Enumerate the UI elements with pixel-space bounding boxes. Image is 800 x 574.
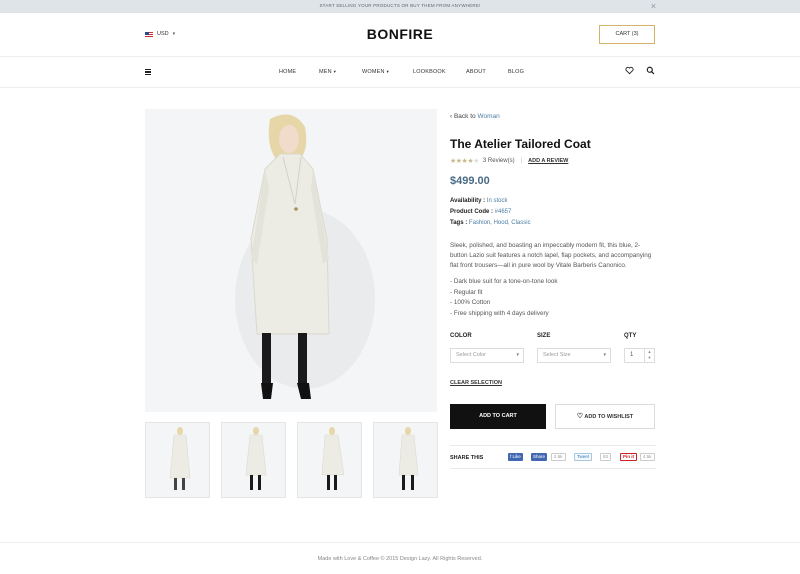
back-link[interactable]: ‹ Back to Woman xyxy=(450,113,500,120)
availability: Availability : In stock xyxy=(450,198,508,204)
product-code: Product Code : #4657 xyxy=(450,209,512,215)
color-select[interactable]: Select Color ▾ xyxy=(450,348,524,363)
divider: | xyxy=(520,158,523,164)
search-icon[interactable] xyxy=(646,66,655,75)
quantity-value: 1 xyxy=(630,352,634,358)
thumbnail-3[interactable] xyxy=(297,422,362,498)
list-item: Dark blue suit for a tone-on-tone look xyxy=(450,278,558,289)
announcement-text: START SELLING YOUR PRODUCTS OR BUY THEM … xyxy=(319,3,481,8)
heart-icon: ♡ xyxy=(576,413,584,420)
close-icon[interactable]: × xyxy=(651,1,656,12)
list-item: Regular fit xyxy=(450,289,557,300)
star-rating-icon: ★★★★★ xyxy=(450,158,479,165)
product-price: $499.00 xyxy=(450,175,490,187)
thumbnail-1[interactable] xyxy=(145,422,210,498)
cart-button[interactable]: CART (3) xyxy=(599,25,655,44)
site-footer: Made with Love & Coffee © 2015 Design La… xyxy=(0,542,800,574)
facebook-share-button[interactable]: Share xyxy=(531,453,548,461)
size-select[interactable]: Select Size ▾ xyxy=(537,348,611,363)
chevron-down-icon: ▾ xyxy=(603,352,606,358)
color-label: COLOR xyxy=(450,333,472,339)
model-coat-image xyxy=(235,114,375,399)
add-to-wishlist-button[interactable]: ♡ ADD TO WISHLIST xyxy=(555,404,655,429)
tweet-count: 83 xyxy=(600,453,612,461)
site-header: USD ▾ BONFIRE CART (3) xyxy=(0,13,800,57)
chevron-down-icon: ▾ xyxy=(516,352,519,358)
review-count[interactable]: 3 Review(s) xyxy=(483,158,515,164)
share-bar: SHARE THIS f Like Share 2.6k Tweet 83 Pi… xyxy=(450,445,656,469)
pinterest-count: 4.5k xyxy=(640,453,655,461)
heart-icon[interactable] xyxy=(625,66,634,75)
clear-selection-link[interactable]: CLEAR SELECTION xyxy=(450,380,502,386)
nav-item-blog[interactable]: BLOG xyxy=(508,69,524,75)
product-title: The Atelier Tailored Coat xyxy=(450,137,591,151)
nav-item-home[interactable]: HOME xyxy=(279,69,296,75)
nav-item-about[interactable]: ABOUT xyxy=(466,69,486,75)
stepper-arrows-icon[interactable]: ▲ ▼ xyxy=(644,349,654,362)
footer-copyright: Made with Love & Coffee © 2015 Design La… xyxy=(317,556,483,562)
list-item: 100% Cotton xyxy=(450,299,557,310)
pinterest-button[interactable]: Pin it xyxy=(620,453,637,461)
thumbnail-2[interactable] xyxy=(221,422,286,498)
product-main-image[interactable] xyxy=(145,109,437,412)
quantity-stepper[interactable]: 1 ▲ ▼ xyxy=(624,348,655,363)
product-rating: ★★★★★ 3 Review(s) | ADD A REVIEW xyxy=(450,157,568,165)
facebook-like-button[interactable]: f Like xyxy=(508,453,523,461)
qty-label: QTY xyxy=(624,333,637,339)
main-nav: HOME MEN ▾ WOMEN ▾ LOOKBOOK ABOUT BLOG xyxy=(0,58,800,88)
nav-item-men[interactable]: MEN ▾ xyxy=(319,69,336,75)
product-tags: Tags : Fashion, Hood, Classic xyxy=(450,220,531,226)
menu-icon[interactable] xyxy=(145,69,151,76)
share-label: SHARE THIS xyxy=(450,455,484,461)
nav-item-women[interactable]: WOMEN ▾ xyxy=(362,69,389,75)
tweet-button[interactable]: Tweet xyxy=(574,453,593,461)
size-label: SIZE xyxy=(537,333,551,339)
add-to-cart-button[interactable]: ADD TO CART xyxy=(450,404,546,429)
thumbnail-4[interactable] xyxy=(373,422,438,498)
product-description: Sleek, polished, and boasting an impecca… xyxy=(450,242,652,269)
feature-list: Dark blue suit for a tone-on-tone look R… xyxy=(450,278,558,321)
facebook-count: 2.6k xyxy=(551,453,566,461)
announcement-bar: START SELLING YOUR PRODUCTS OR BUY THEM … xyxy=(0,0,800,13)
site-logo[interactable]: BONFIRE xyxy=(0,26,800,42)
add-review-link[interactable]: ADD A REVIEW xyxy=(528,158,568,164)
nav-item-lookbook[interactable]: LOOKBOOK xyxy=(413,69,446,75)
list-item: Free shipping with 4 days delivery xyxy=(450,310,557,321)
